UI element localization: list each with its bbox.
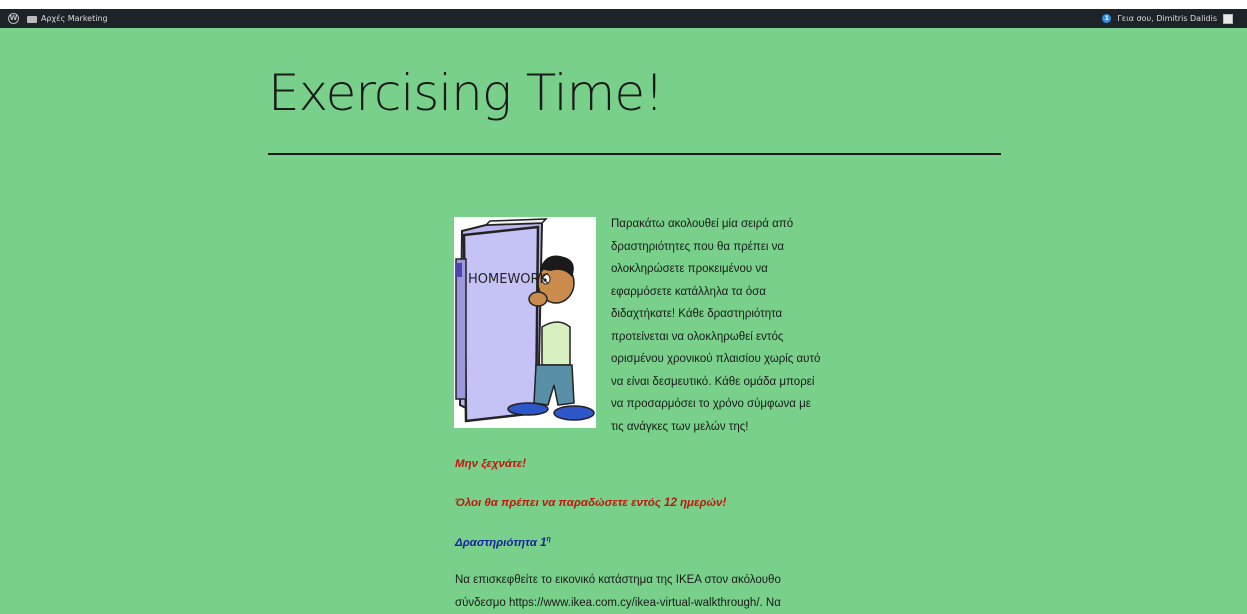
reminder-text: Μην ξεχνάτε!	[455, 458, 527, 470]
book-cover-label: HOMEWORK	[468, 272, 549, 287]
wordpress-logo-icon[interactable]: W	[8, 13, 19, 24]
site-name: Αρχές Marketing	[41, 14, 108, 23]
activity-heading: Δραστηριότητα 1η	[455, 536, 551, 549]
site-home-icon	[27, 14, 37, 23]
activity-paragraph: Να επισκεφθείτε το εικονικό κατάστημα τη…	[455, 574, 781, 609]
account-menu[interactable]: 1 Γεια σου, Dimitris Dalidis	[1102, 9, 1233, 28]
top-strip	[0, 0, 1247, 9]
admin-bar: W Αρχές Marketing 1 Γεια σου, Dimitris D…	[0, 9, 1247, 28]
deadline-text: Όλοι θα πρέπει να παραδώσετε εντός 12 ημ…	[455, 497, 727, 509]
notification-icon[interactable]: 1	[1102, 14, 1112, 23]
homework-illustration: HOMEWORK	[454, 217, 596, 428]
site-name-link[interactable]: Αρχές Marketing	[27, 14, 108, 23]
user-greeting[interactable]: Γεια σου, Dimitris Dalidis	[1117, 14, 1217, 23]
avatar-icon[interactable]	[1223, 13, 1233, 24]
title-divider	[268, 153, 1001, 155]
activity-heading-ordinal: η	[546, 536, 551, 543]
page-title: Exercising Time!	[268, 64, 664, 122]
activity-heading-label: Δραστηριότητα 1	[455, 536, 547, 549]
intro-paragraph: Παρακάτω ακολουθεί μία σειρά από δραστηρ…	[611, 218, 821, 433]
